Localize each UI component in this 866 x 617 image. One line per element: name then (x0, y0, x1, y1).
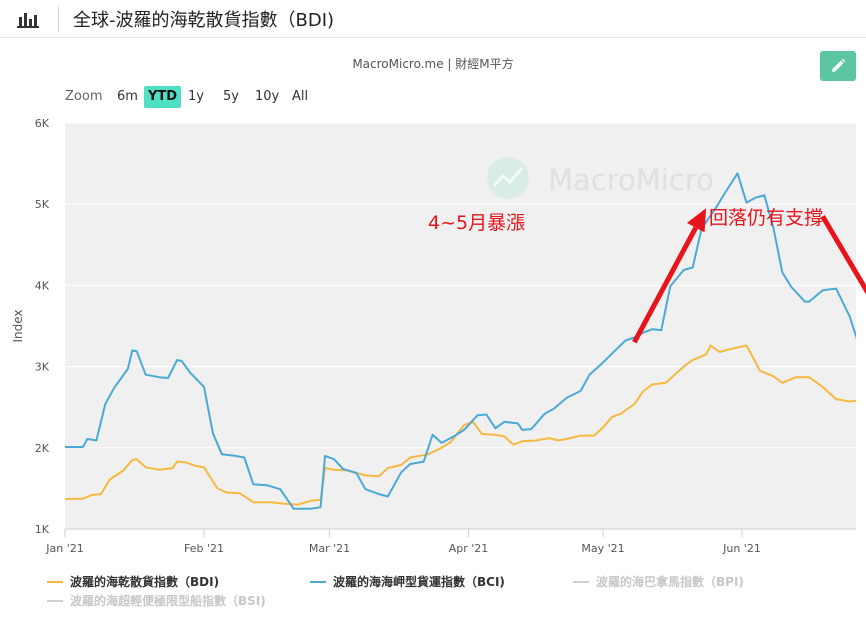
x-tick-label: May '21 (581, 542, 624, 555)
x-tick-label: Mar '21 (309, 542, 350, 555)
legend-swatch (47, 599, 63, 602)
legend-label: 波羅的海超輕便極限型船指數（BSI) (70, 594, 266, 608)
legend-item-bdi[interactable]: 波羅的海乾散貨指數（BDI) (47, 573, 219, 590)
legend-label: 波羅的海海岬型貨運指數（BCI) (333, 575, 505, 589)
x-tick-label: Jan '21 (45, 542, 83, 555)
watermark-text: MacroMicro (548, 163, 714, 197)
x-tick-label: Jun '21 (722, 542, 761, 555)
legend-item-bpi[interactable]: 波羅的海巴拿馬指數（BPI) (573, 573, 744, 590)
legend-swatch (573, 580, 589, 583)
legend-label: 波羅的海乾散貨指數（BDI) (70, 575, 220, 589)
y-tick-label: 2K (35, 442, 50, 455)
x-tick-label: Feb '21 (184, 542, 224, 555)
x-tick-label: Apr '21 (449, 542, 489, 555)
plot-background (65, 123, 856, 529)
y-axis-label: Index (11, 309, 25, 342)
y-tick-label: 6K (35, 117, 50, 130)
y-tick-label: 4K (35, 279, 50, 292)
legend-item-bci[interactable]: 波羅的海海岬型貨運指數（BCI) (310, 573, 505, 590)
legend-item-bsi[interactable]: 波羅的海超輕便極限型船指數（BSI) (47, 592, 266, 609)
line-chart: MacroMicro 1K 2K 3K 4K 5K 6K Jan '21 Feb '21 Mar… (11, 117, 866, 555)
legend-swatch (310, 580, 326, 583)
legend-label: 波羅的海巴拿馬指數（BPI) (596, 575, 744, 589)
y-tick-label: 5K (35, 198, 50, 211)
watermark: MacroMicro (487, 157, 714, 199)
y-tick-label: 3K (35, 361, 50, 374)
annotation-pullback: 回落仍有支撐 (709, 207, 824, 229)
y-tick-label: 1K (35, 523, 50, 536)
legend-swatch (47, 580, 63, 583)
annotation-surge: 4~5月暴漲 (428, 212, 526, 234)
